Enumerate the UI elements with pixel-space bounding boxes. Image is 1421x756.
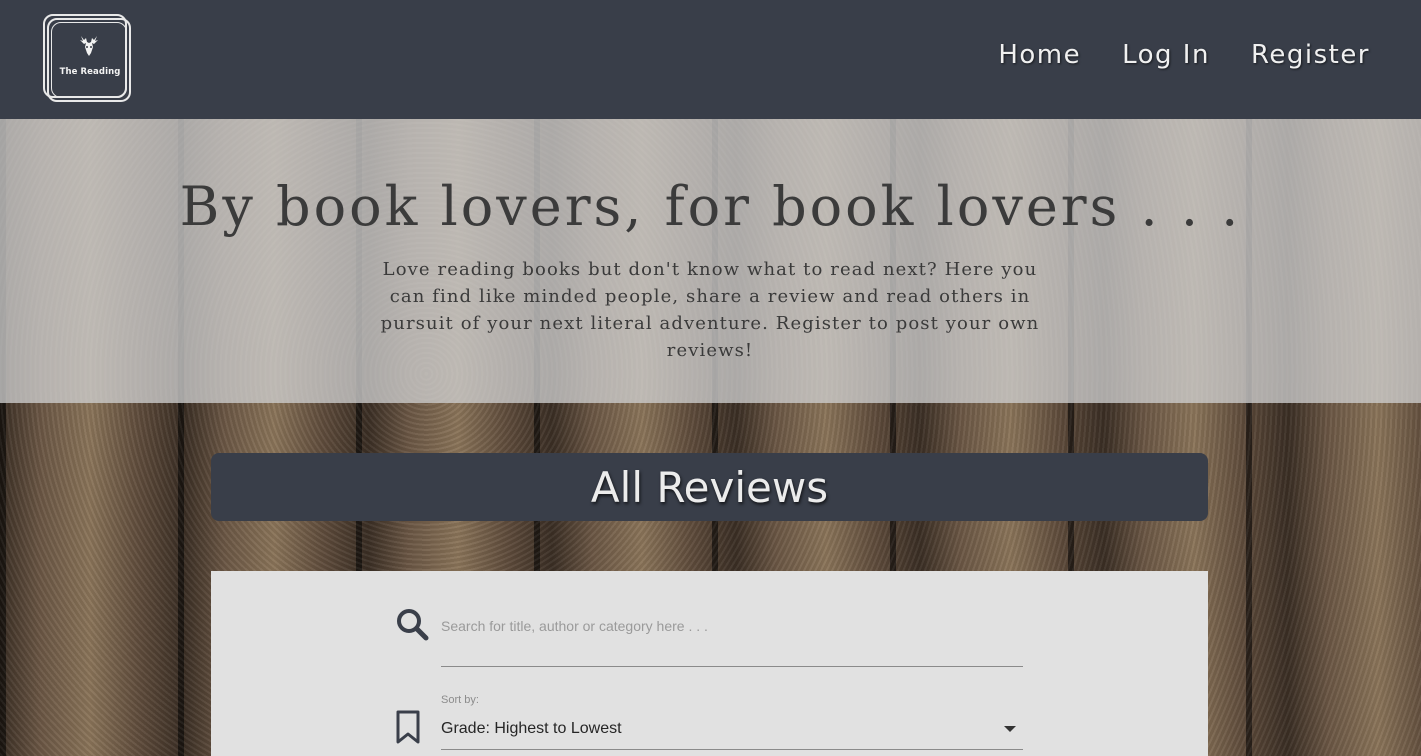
bookmark-icon (396, 710, 420, 744)
sort-label: Sort by: (441, 694, 479, 706)
nav-register-link[interactable]: Register (1251, 40, 1370, 70)
navbar: The Reading Home Log In Register (0, 0, 1421, 119)
nav-home-link[interactable]: Home (998, 40, 1081, 70)
hero-section: By book lovers, for book lovers . . . Lo… (0, 119, 1421, 403)
reviews-header: All Reviews (211, 453, 1208, 521)
reviews-title: All Reviews (590, 463, 829, 512)
sort-selected-value: Grade: Highest to Lowest (441, 720, 622, 737)
hero-description: Love reading books but don't know what t… (380, 259, 1040, 361)
logo-text: The Reading (59, 67, 121, 77)
search-icon[interactable] (395, 607, 429, 641)
site-logo[interactable]: The Reading (43, 14, 133, 104)
chevron-down-icon (1004, 726, 1016, 732)
hero-title: By book lovers, for book lovers . . . (179, 175, 1242, 238)
main-nav: Home Log In Register (998, 40, 1370, 70)
sort-select[interactable]: Grade: Highest to Lowest (441, 712, 1023, 750)
search-panel: Sort by: Grade: Highest to Lowest (211, 571, 1208, 756)
deer-head-icon (80, 36, 98, 56)
nav-login-link[interactable]: Log In (1122, 40, 1210, 70)
search-input[interactable] (441, 609, 1023, 667)
